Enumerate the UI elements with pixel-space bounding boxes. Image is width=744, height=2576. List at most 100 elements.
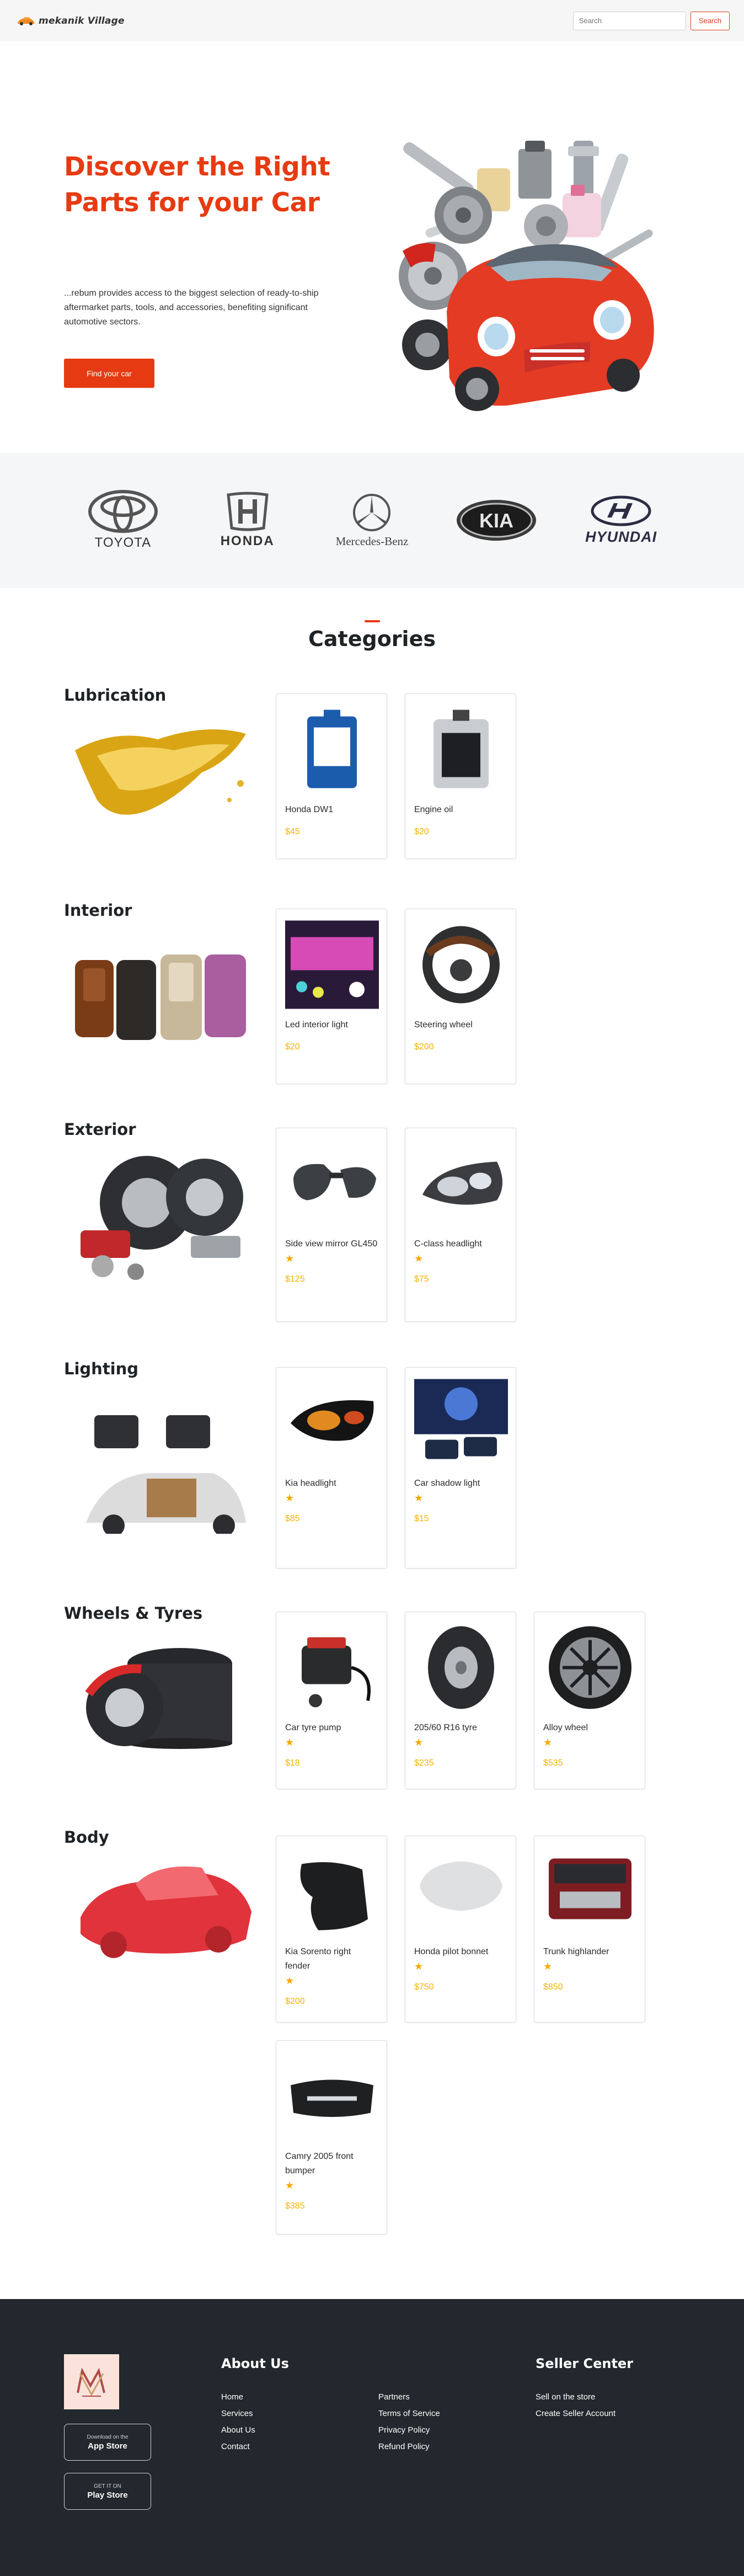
product-image[interactable] bbox=[285, 1138, 379, 1229]
star-icon: ★ bbox=[285, 1737, 295, 1748]
search-input[interactable] bbox=[572, 11, 686, 30]
product-card[interactable]: Engine oil $20 bbox=[405, 694, 516, 859]
about-links: Home Services About Us Contact bbox=[221, 2389, 255, 2455]
category-image[interactable] bbox=[64, 1407, 257, 1534]
product-card[interactable]: Kia Sorento right fender ★ $200 bbox=[276, 1836, 387, 2023]
product-image[interactable] bbox=[543, 1846, 637, 1937]
brand-mercedes[interactable]: Mercedes-Benz bbox=[328, 493, 416, 548]
product-price: $385 bbox=[285, 2201, 305, 2211]
star-icon: ★ bbox=[285, 1975, 295, 1986]
policy-links: Partners Terms of Service Privacy Policy… bbox=[378, 2389, 440, 2455]
product-image[interactable] bbox=[285, 704, 379, 795]
product-image[interactable] bbox=[285, 1622, 379, 1713]
product-card[interactable]: Alloy wheel ★ $535 bbox=[534, 1612, 645, 1789]
mercedes-logo-icon bbox=[353, 493, 391, 531]
find-your-car-button[interactable]: Find your car bbox=[64, 359, 154, 388]
product-name[interactable]: Car tyre pump bbox=[285, 1721, 378, 1735]
product-image[interactable] bbox=[414, 704, 508, 795]
product-price: $235 bbox=[414, 1758, 434, 1768]
product-image[interactable] bbox=[414, 919, 508, 1010]
product-price: $20 bbox=[285, 1042, 300, 1052]
product-image[interactable] bbox=[285, 919, 379, 1010]
product-card[interactable]: Side view mirror GL450 ★ $125 bbox=[276, 1128, 387, 1322]
footer-link-terms[interactable]: Terms of Service bbox=[378, 2406, 440, 2422]
honda-logo-icon bbox=[226, 492, 269, 531]
product-card[interactable]: Trunk highlander ★ $850 bbox=[534, 1836, 645, 2023]
footer-link-about[interactable]: About Us bbox=[221, 2422, 255, 2439]
product-card[interactable]: Steering wheel $200 bbox=[405, 909, 516, 1084]
hero-title: Discover the Right Parts for your Car bbox=[64, 152, 330, 218]
product-price: $45 bbox=[285, 827, 300, 836]
product-card[interactable]: 205/60 R16 tyre ★ $235 bbox=[405, 1612, 516, 1789]
toyota-logo-icon bbox=[88, 490, 158, 533]
product-name[interactable]: Led interior light bbox=[285, 1018, 378, 1032]
product-name[interactable]: Kia headlight bbox=[285, 1476, 378, 1491]
brand-name: Mercedes-Benz bbox=[335, 534, 409, 548]
play-store-button[interactable]: GET IT ON Play Store bbox=[64, 2473, 151, 2510]
star-icon: ★ bbox=[285, 2180, 295, 2191]
star-icon: ★ bbox=[285, 1253, 295, 1264]
app-store-button[interactable]: Download on the App Store bbox=[64, 2424, 151, 2461]
product-name[interactable]: Kia Sorento right fender bbox=[285, 1945, 378, 1974]
product-grid: Kia Sorento right fender ★ $200 Honda pilot… bbox=[276, 1836, 695, 2234]
brand-name: TOYOTA bbox=[94, 535, 152, 550]
product-image[interactable] bbox=[285, 2051, 379, 2142]
brand-toyota[interactable]: TOYOTA bbox=[79, 490, 167, 551]
product-name[interactable]: Alloy wheel bbox=[543, 1721, 636, 1735]
product-card[interactable]: Honda pilot bonnet ★ $750 bbox=[405, 1836, 516, 2023]
car-parts-illustration bbox=[399, 141, 654, 411]
brand-name: HONDA bbox=[220, 534, 275, 548]
play-store-caption: GET IT ON bbox=[94, 2483, 121, 2489]
category-image[interactable] bbox=[64, 1851, 257, 1959]
product-name[interactable]: Honda DW1 bbox=[285, 803, 378, 817]
product-image[interactable] bbox=[414, 1378, 508, 1469]
footer-link-services[interactable]: Services bbox=[221, 2406, 255, 2422]
product-name[interactable]: C-class headlight bbox=[414, 1237, 507, 1251]
site-logo[interactable]: mekanik Village bbox=[17, 15, 125, 26]
search-button[interactable]: Search bbox=[690, 11, 730, 30]
footer-link-sell[interactable]: Sell on the store bbox=[536, 2389, 615, 2406]
category-image[interactable] bbox=[64, 717, 257, 825]
product-name[interactable]: Engine oil bbox=[414, 803, 507, 817]
footer-link-partners[interactable]: Partners bbox=[378, 2389, 440, 2406]
category-image[interactable] bbox=[64, 938, 257, 1054]
product-image[interactable] bbox=[285, 1378, 379, 1469]
product-name[interactable]: Trunk highlander bbox=[543, 1945, 636, 1959]
product-card[interactable]: C-class headlight ★ $75 bbox=[405, 1128, 516, 1322]
site-footer: Download on the App Store GET IT ON Play… bbox=[0, 2299, 744, 2576]
product-name[interactable]: Honda pilot bonnet bbox=[414, 1945, 507, 1959]
product-image[interactable] bbox=[543, 1622, 637, 1713]
footer-link-create-seller[interactable]: Create Seller Account bbox=[536, 2406, 615, 2422]
footer-logo[interactable] bbox=[64, 2354, 119, 2409]
product-name[interactable]: Car shadow light bbox=[414, 1476, 507, 1491]
product-card[interactable]: Kia headlight ★ $85 bbox=[276, 1367, 387, 1569]
footer-link-privacy[interactable]: Privacy Policy bbox=[378, 2422, 440, 2439]
logo-text: mekanik Village bbox=[39, 15, 125, 26]
footer-link-home[interactable]: Home bbox=[221, 2389, 255, 2406]
star-icon: ★ bbox=[285, 1492, 295, 1503]
product-card[interactable]: Honda DW1 $45 bbox=[276, 694, 387, 859]
product-card[interactable]: Camry 2005 front bumper ★ $385 bbox=[276, 2040, 387, 2234]
brand-hyundai[interactable]: HYUNDAI bbox=[577, 495, 665, 546]
product-name[interactable]: Side view mirror GL450 bbox=[285, 1237, 378, 1251]
brand-honda[interactable]: HONDA bbox=[204, 492, 292, 549]
brand-kia[interactable]: KIA bbox=[452, 498, 540, 542]
product-card[interactable]: Car shadow light ★ $15 bbox=[405, 1367, 516, 1569]
product-image[interactable] bbox=[414, 1138, 508, 1229]
brand-name: HYUNDAI bbox=[585, 528, 657, 545]
category-image[interactable] bbox=[64, 1148, 257, 1286]
product-card[interactable]: Car tyre pump ★ $18 bbox=[276, 1612, 387, 1789]
product-image[interactable] bbox=[414, 1846, 508, 1937]
product-name[interactable]: Steering wheel bbox=[414, 1018, 507, 1032]
product-name[interactable]: 205/60 R16 tyre bbox=[414, 1721, 507, 1735]
category-image[interactable] bbox=[64, 1641, 257, 1749]
footer-link-refund[interactable]: Refund Policy bbox=[378, 2439, 440, 2455]
product-card[interactable]: Led interior light $20 bbox=[276, 909, 387, 1084]
hyundai-logo-icon bbox=[591, 495, 651, 526]
product-price: $200 bbox=[414, 1042, 434, 1052]
product-image[interactable] bbox=[414, 1622, 508, 1713]
product-name[interactable]: Camry 2005 front bumper bbox=[285, 2150, 378, 2178]
footer-link-contact[interactable]: Contact bbox=[221, 2439, 255, 2455]
hero-section: Discover the Right Parts for your Car ..… bbox=[0, 41, 744, 452]
product-image[interactable] bbox=[285, 1846, 379, 1937]
